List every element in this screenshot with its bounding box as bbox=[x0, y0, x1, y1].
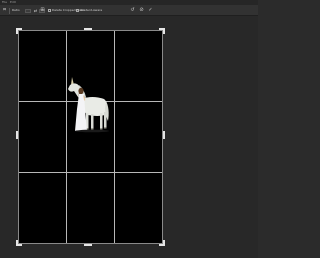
grid-horizontal-2 bbox=[19, 172, 162, 173]
crop-icon[interactable]: ⌗ bbox=[2, 8, 7, 13]
swap-icon[interactable]: ⇄ bbox=[33, 8, 38, 13]
crop-handle-tr-v[interactable] bbox=[163, 28, 165, 34]
crop-handle-right[interactable] bbox=[163, 131, 165, 139]
crop-handle-bottom[interactable] bbox=[84, 244, 92, 246]
crop-handle-tl-v[interactable] bbox=[16, 28, 18, 34]
unicorn-image bbox=[68, 77, 109, 133]
crop-handle-top[interactable] bbox=[84, 28, 92, 30]
crop-canvas[interactable] bbox=[18, 30, 163, 244]
grid-vertical-1 bbox=[66, 31, 67, 243]
reset-icon[interactable]: ↺ bbox=[130, 8, 135, 13]
crop-handle-left[interactable] bbox=[16, 131, 18, 139]
straighten-icon[interactable]: ⊞ bbox=[40, 8, 45, 13]
crop-handle-br-v[interactable] bbox=[163, 240, 165, 246]
check-icon[interactable]: ✓ bbox=[148, 8, 153, 13]
content-aware-checkbox[interactable] bbox=[76, 9, 79, 12]
crop-handle-bl-v[interactable] bbox=[16, 240, 18, 246]
width-field[interactable] bbox=[25, 9, 31, 13]
content-aware-label: Content-Aware bbox=[80, 8, 103, 12]
ratio-dropdown[interactable]: Ratio bbox=[12, 8, 20, 13]
options-bar: ⌗ Ratio ⇄ ⊞ Delete Cropped Pixels Conten… bbox=[0, 5, 258, 16]
delete-pixels-checkbox[interactable] bbox=[48, 9, 51, 12]
grid-vertical-2 bbox=[114, 31, 115, 243]
cancel-icon[interactable]: ⊘ bbox=[139, 8, 144, 13]
